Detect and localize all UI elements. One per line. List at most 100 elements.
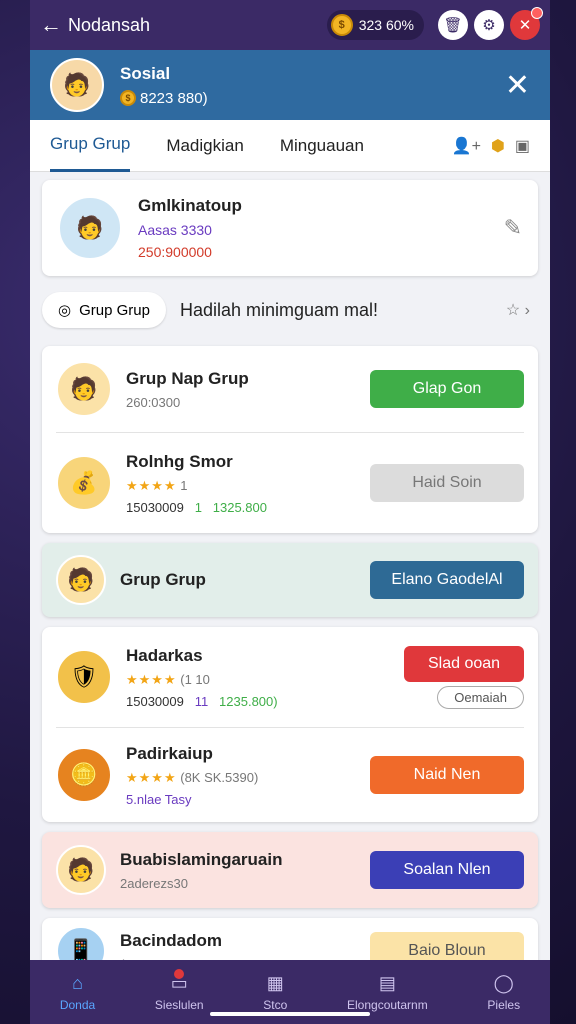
list-item[interactable]: 🧑 Grup Grup Elano GaodelAl	[42, 543, 538, 617]
profile-name: Gmlkinatoup	[138, 196, 242, 215]
list-item[interactable]: 🧑 Grup Nap Grup 260:0300 Glap Gon	[42, 346, 538, 432]
trash-icon[interactable]: 🗑	[438, 10, 468, 40]
action-button[interactable]: Naid Nen	[370, 756, 524, 794]
list-item-title: Rolnhg Smor	[126, 451, 233, 471]
rating-stars: ★★★★	[126, 477, 177, 493]
reward-list-card: 🛡 Hadarkas ★★★★ (1 10 15030009 11 1235.8…	[42, 627, 538, 822]
tab-madigkian[interactable]: Madigkian	[166, 120, 244, 172]
group-action-button[interactable]: Elano GaodelAl	[370, 561, 524, 599]
app-frame: ← Nodansah $ 323 60% 🗑 ⚙ ✕ 🧑 Sosial $ 82…	[30, 0, 550, 1024]
nav-profile[interactable]: ◯ Pieles	[487, 973, 520, 1012]
group-avatar: 🧑	[56, 361, 112, 417]
list-item[interactable]: 🧑 Buabislamingaruain 2aderezs30 Soalan N…	[42, 832, 538, 908]
nav-label: Pieles	[487, 997, 521, 1012]
settings-icon[interactable]: ⚙	[474, 10, 504, 40]
list-item[interactable]: 💰 Rolnhg Smor ★★★★ 1 15030009 1 1325.800…	[42, 433, 538, 533]
list-item-title: Grup Grup	[120, 570, 206, 589]
stat-a: 15030009	[126, 499, 184, 515]
join-button[interactable]: Glap Gon	[370, 370, 524, 408]
list-item-title: Grup Nap Grup	[126, 368, 249, 388]
coin-amount: 323 60%	[358, 17, 414, 33]
nav-label: Elongcoutarnm	[347, 997, 428, 1012]
header-title: Sosial	[120, 63, 171, 83]
profile-stat-purple: Aasas 3330	[138, 222, 212, 238]
nav-label: Sieslulen	[154, 997, 204, 1012]
stat-a: 15030009	[126, 693, 184, 709]
social-header: 🧑 Sosial $ 8223 880) ✕	[30, 50, 550, 120]
list-item-stats: 15030009 1 1325.800	[126, 500, 267, 515]
nav-label: Donda	[59, 997, 96, 1012]
home-indicator	[210, 1012, 370, 1016]
notification-badge	[173, 968, 184, 979]
rating-extra: (8K SK.5390)	[180, 769, 259, 785]
weekly-message: Hadilah minimguam mal!	[179, 299, 379, 320]
nav-home[interactable]: ⌂ Donda	[60, 973, 95, 1012]
group-chip[interactable]: ◎ Grup Grup	[42, 292, 166, 328]
stat-c: 1325.800	[212, 499, 267, 515]
inbox-icon: ▤	[378, 972, 396, 993]
secondary-button[interactable]: Oemaiah	[437, 685, 524, 709]
group-list-card: 🧑 Grup Nap Grup 260:0300 Glap Gon 💰 Roln…	[42, 346, 538, 533]
filter-row: ◎ Grup Grup Hadilah minimguam mal! ☆ ›	[42, 282, 538, 338]
close-button[interactable]: ✕	[510, 7, 543, 40]
coin-balance[interactable]: $ 323 60%	[326, 10, 424, 40]
badge-icon: 🛡	[56, 649, 112, 705]
group-icon: ◎	[58, 302, 72, 319]
special-card: 🧑 Buabislamingaruain 2aderezs30 Soalan N…	[42, 832, 538, 908]
home-icon: ⌂	[72, 972, 83, 993]
profile-icon: ◯	[493, 972, 514, 993]
store-icon: ▦	[266, 972, 284, 993]
list-item-title: Hadarkas	[126, 645, 203, 665]
notification-badge	[531, 7, 543, 19]
top-bar: ← Nodansah $ 323 60% 🗑 ⚙ ✕	[30, 0, 550, 50]
profile-avatar[interactable]: 🧑	[58, 196, 122, 260]
list-item-stats: 15030009 11 1235.800)	[126, 694, 278, 709]
bottom-nav: ⌂ Donda ▭ Sieslulen ▦ Stco ▤ Elongcoutar…	[30, 960, 550, 1024]
user-avatar[interactable]: 🧑	[50, 58, 104, 112]
add-user-icon[interactable]: 👤+	[452, 136, 481, 156]
stat-b: 11	[194, 693, 209, 709]
group-chip-label: Grup Grup	[79, 301, 150, 319]
rating-stars: ★★★★	[126, 671, 177, 687]
start-button[interactable]: Slad ooan	[404, 645, 524, 682]
coin-icon: $	[120, 90, 136, 106]
chest-icon: 💰	[56, 455, 112, 511]
rating-extra: 1	[180, 477, 188, 493]
list-item[interactable]: 🛡 Hadarkas ★★★★ (1 10 15030009 11 1235.8…	[42, 627, 538, 727]
close-icon[interactable]: ✕	[505, 68, 530, 103]
list-item-meta: 260:0300	[126, 394, 181, 410]
list-item-title: Padirkaiup	[126, 743, 213, 763]
coin-icon: $	[330, 14, 353, 36]
claim-button[interactable]: Haid Soin	[370, 464, 524, 502]
coin-medal-icon: 🪙	[56, 747, 112, 803]
tab-bar: Grup Grup Madigkian Minguauan 👤+ ⬢ ▣	[30, 120, 550, 172]
tab-minguauan[interactable]: Minguauan	[280, 120, 364, 172]
group-card: 🧑 Grup Grup Elano GaodelAl	[42, 543, 538, 617]
nav-store[interactable]: ▦ Stco	[263, 973, 287, 1012]
stat-b: 1	[194, 499, 202, 515]
profile-stat-red: 250:900000	[138, 244, 212, 260]
person-avatar: 🧑	[56, 845, 106, 895]
action-button[interactable]: Soalan Nlen	[370, 851, 524, 889]
tab-grup[interactable]: Grup Grup	[50, 120, 131, 172]
star-icon[interactable]: ☆ ›	[506, 300, 530, 320]
list-item-title: Bacindadom	[120, 930, 223, 950]
list-item-meta: 5.nlae Tasy	[126, 791, 192, 807]
profile-card: 🧑 Gmlkinatoup Aasas 3330 250:900000 ✎	[42, 180, 538, 276]
group-avatar: 🧑	[56, 555, 106, 605]
nav-inbox[interactable]: ▤ Elongcoutarnm	[347, 973, 428, 1012]
list-item[interactable]: 🪙 Padirkaiup ★★★★ (8K SK.5390) 5.nlae Ta…	[42, 728, 538, 822]
shield-icon[interactable]: ⬢	[491, 136, 505, 156]
header-balance: $ 8223 880)	[120, 90, 208, 107]
list-item-meta: 2aderezs30	[120, 875, 188, 891]
nav-chat[interactable]: ▭ Sieslulen	[154, 968, 204, 1012]
nav-label: Stco	[263, 997, 288, 1012]
back-arrow-icon[interactable]: ←	[40, 12, 68, 38]
box-icon[interactable]: ▣	[515, 136, 530, 156]
edit-icon[interactable]: ✎	[504, 215, 522, 241]
stat-c: 1235.800)	[219, 693, 278, 709]
list-item-title: Buabislamingaruain	[120, 849, 283, 869]
rating-stars: ★★★★	[126, 769, 177, 785]
rating-extra: (1 10	[180, 671, 210, 687]
balance-value: 8223 880)	[140, 89, 208, 107]
